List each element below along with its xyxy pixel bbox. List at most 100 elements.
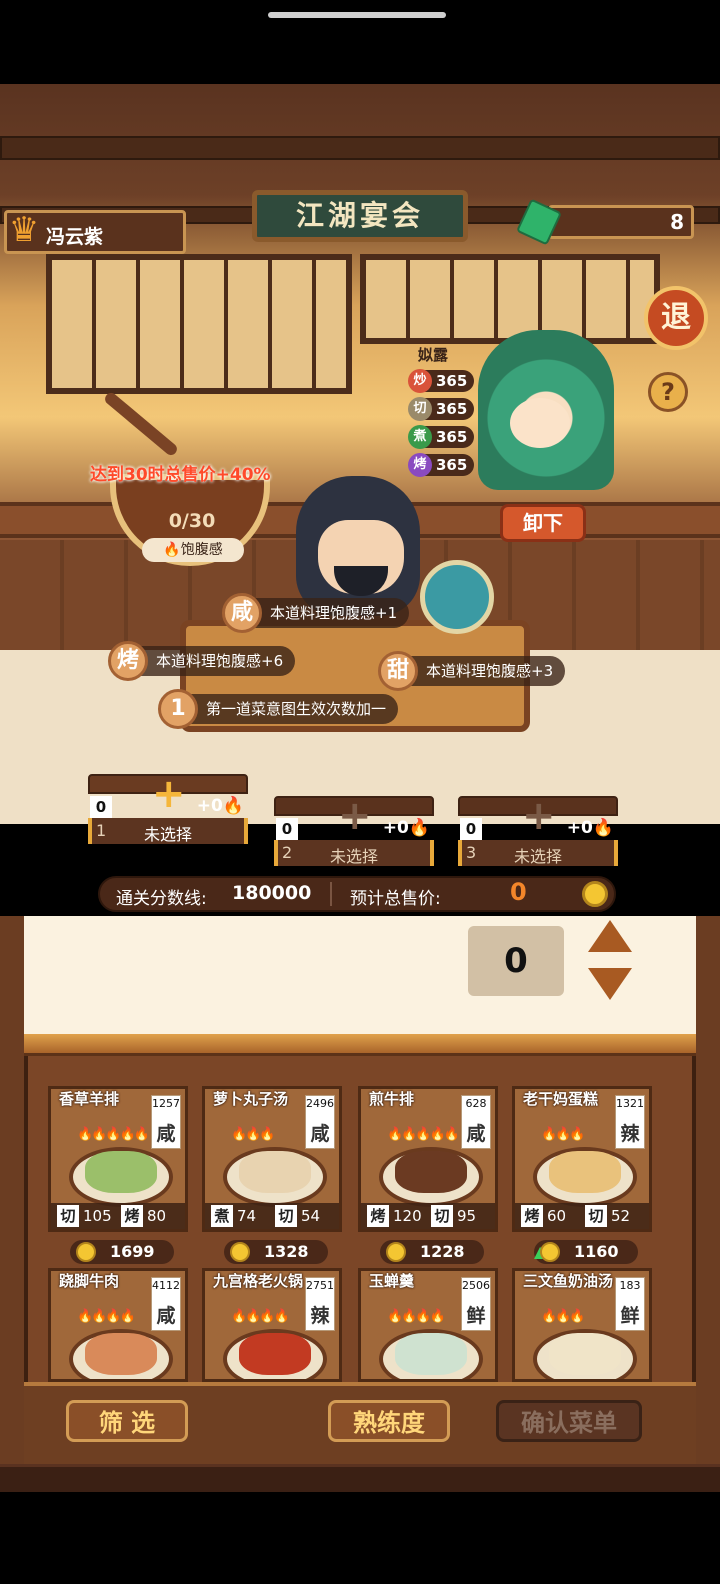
dish-count: 2496 bbox=[306, 1097, 334, 1110]
buff-flavor-icon: 烤 bbox=[108, 641, 148, 681]
skill-row: 烤 365 bbox=[408, 453, 474, 477]
buff-text: 本道料理饱腹感+1 bbox=[270, 604, 398, 622]
stat-icon: 切 bbox=[275, 1205, 297, 1227]
exit-button[interactable]: 退 bbox=[644, 286, 708, 350]
dish-stats: 烤 120 切 95 bbox=[361, 1203, 495, 1229]
dish-card[interactable]: 跷脚牛肉 4112 咸 🔥🔥🔥🔥 bbox=[48, 1268, 188, 1382]
stat-value: 80 bbox=[147, 1207, 167, 1225]
dish-stats: 煮 74 切 54 bbox=[205, 1203, 339, 1229]
back-window bbox=[360, 254, 660, 344]
dish-card[interactable]: 煎牛排 628 咸 🔥🔥🔥🔥🔥 烤 120 切 95 bbox=[358, 1086, 498, 1232]
dish-flavor: 咸 bbox=[156, 1123, 176, 1145]
flame-rating-icon: 🔥🔥🔥🔥 bbox=[387, 1309, 446, 1324]
restaurant-sign: 江湖宴会 bbox=[252, 190, 468, 242]
buff-flavor-icon: 咸 bbox=[222, 593, 262, 633]
roof-beam bbox=[0, 136, 720, 160]
price-value: 1160 bbox=[574, 1242, 619, 1261]
buff-flavor-icon: 甜 bbox=[378, 651, 418, 691]
slot-label: 未选择 bbox=[143, 825, 192, 844]
dish-name: 香草羊排 bbox=[59, 1090, 120, 1108]
dish-image bbox=[85, 1151, 157, 1193]
dish-price: 1228 bbox=[380, 1240, 484, 1264]
dish-image bbox=[239, 1333, 311, 1375]
dish-name: 玉蝉羹 bbox=[369, 1272, 415, 1290]
skill-icon: 切 bbox=[408, 397, 432, 421]
dish-flavor: 鲜 bbox=[466, 1305, 486, 1327]
quantity-value[interactable]: 0 bbox=[468, 926, 564, 996]
dish-count: 628 bbox=[465, 1097, 487, 1110]
dish-card[interactable]: 老干妈蛋糕 1321 辣 🔥🔥🔥 烤 60 切 52 bbox=[512, 1086, 652, 1232]
help-button[interactable]: ? bbox=[648, 372, 688, 412]
quantity-up-icon[interactable] bbox=[588, 920, 632, 952]
flame-rating-icon: 🔥🔥🔥🔥 bbox=[231, 1309, 290, 1324]
stat-value: 52 bbox=[611, 1207, 631, 1225]
total-price-value: 0 bbox=[510, 878, 527, 906]
price-value: 1699 bbox=[110, 1242, 155, 1261]
dish-slot-2[interactable]: + 0 +0🔥 2 未选择 bbox=[274, 796, 434, 866]
threshold-value: 180000 bbox=[232, 882, 312, 904]
dish-flavor: 咸 bbox=[466, 1123, 486, 1145]
dish-price: 1328 bbox=[224, 1240, 328, 1264]
flame-rating-icon: 🔥🔥🔥 bbox=[541, 1127, 586, 1142]
dish-flavor: 辣 bbox=[310, 1305, 330, 1327]
status-bar-pill bbox=[268, 12, 446, 18]
flame-rating-icon: 🔥🔥🔥 bbox=[231, 1127, 276, 1142]
navigation-bar bbox=[0, 1492, 720, 1584]
dish-count: 4112 bbox=[152, 1279, 180, 1292]
dish-price: ▲1160 bbox=[534, 1240, 638, 1264]
dish-card[interactable]: 九宫格老火锅 2751 辣 🔥🔥🔥🔥 bbox=[202, 1268, 342, 1382]
back-window bbox=[46, 254, 352, 394]
skill-row: 切 365 bbox=[408, 397, 474, 421]
dish-image bbox=[239, 1151, 311, 1193]
dish-count: 1257 bbox=[152, 1097, 180, 1110]
dish-card[interactable]: 玉蝉羹 2506 鲜 🔥🔥🔥🔥 bbox=[358, 1268, 498, 1382]
dish-card[interactable]: 萝卜丸子汤 2496 咸 🔥🔥🔥 煮 74 切 54 bbox=[202, 1086, 342, 1232]
shelf-trim bbox=[24, 1034, 696, 1056]
chef-fan bbox=[420, 560, 494, 634]
dish-count: 183 bbox=[619, 1279, 641, 1292]
stat-value: 95 bbox=[457, 1207, 477, 1225]
stat-value: 105 bbox=[83, 1207, 112, 1225]
dish-card[interactable]: 香草羊排 1257 咸 🔥🔥🔥🔥🔥 切 105 烤 80 bbox=[48, 1086, 188, 1232]
confirm-menu-button[interactable]: 确认菜单 bbox=[496, 1400, 642, 1442]
dish-image bbox=[549, 1333, 621, 1375]
buff-tag-roast: 烤 本道料理饱腹感+6 bbox=[108, 641, 296, 681]
filter-button[interactable]: 筛 选 bbox=[66, 1400, 188, 1442]
remove-button[interactable]: 卸下 bbox=[500, 504, 586, 542]
total-price-label: 预计总售价: bbox=[350, 889, 441, 909]
coin-icon bbox=[540, 1242, 560, 1262]
dish-image bbox=[395, 1333, 467, 1375]
stat-value: 74 bbox=[237, 1207, 257, 1225]
add-icon: + bbox=[152, 771, 186, 817]
dish-name: 老干妈蛋糕 bbox=[523, 1090, 599, 1108]
flame-rating-icon: 🔥🔥🔥 bbox=[541, 1309, 586, 1324]
skill-value: 365 bbox=[436, 372, 468, 390]
stat-icon: 烤 bbox=[121, 1205, 143, 1227]
dish-card[interactable]: 三文鱼奶油汤 183 鲜 🔥🔥🔥 bbox=[512, 1268, 652, 1382]
dish-slot-3[interactable]: + 0 +0🔥 3 未选择 bbox=[458, 796, 618, 866]
dish-flavor: 咸 bbox=[310, 1123, 330, 1145]
skill-value: 365 bbox=[436, 456, 468, 474]
stat-value: 60 bbox=[547, 1207, 567, 1225]
flame-rating-icon: 🔥🔥🔥🔥 bbox=[77, 1309, 136, 1324]
buff-text: 本道料理饱腹感+3 bbox=[426, 662, 554, 680]
quantity-down-icon[interactable] bbox=[588, 968, 632, 1000]
dish-image bbox=[395, 1151, 467, 1193]
dish-name: 萝卜丸子汤 bbox=[213, 1090, 289, 1108]
slot-label: 未选择 bbox=[329, 847, 378, 866]
add-icon: + bbox=[522, 793, 556, 839]
buff-text: 本道料理饱腹感+6 bbox=[156, 652, 284, 670]
skill-value: 365 bbox=[436, 400, 468, 418]
stat-icon: 切 bbox=[585, 1205, 607, 1227]
dish-flavor: 咸 bbox=[156, 1305, 176, 1327]
mastery-button[interactable]: 熟练度 bbox=[328, 1400, 450, 1442]
add-icon: + bbox=[338, 793, 372, 839]
dish-count: 2506 bbox=[462, 1279, 490, 1292]
stat-icon: 切 bbox=[57, 1205, 79, 1227]
dish-name: 煎牛排 bbox=[369, 1090, 415, 1108]
slot-bonus: +0🔥 bbox=[382, 818, 430, 838]
slot-count: 0 bbox=[460, 818, 482, 840]
flame-rating-icon: 🔥🔥🔥🔥🔥 bbox=[77, 1127, 150, 1142]
dish-slot-1[interactable]: + 0 +0🔥 1 未选择 bbox=[88, 774, 248, 844]
dish-image bbox=[85, 1333, 157, 1375]
